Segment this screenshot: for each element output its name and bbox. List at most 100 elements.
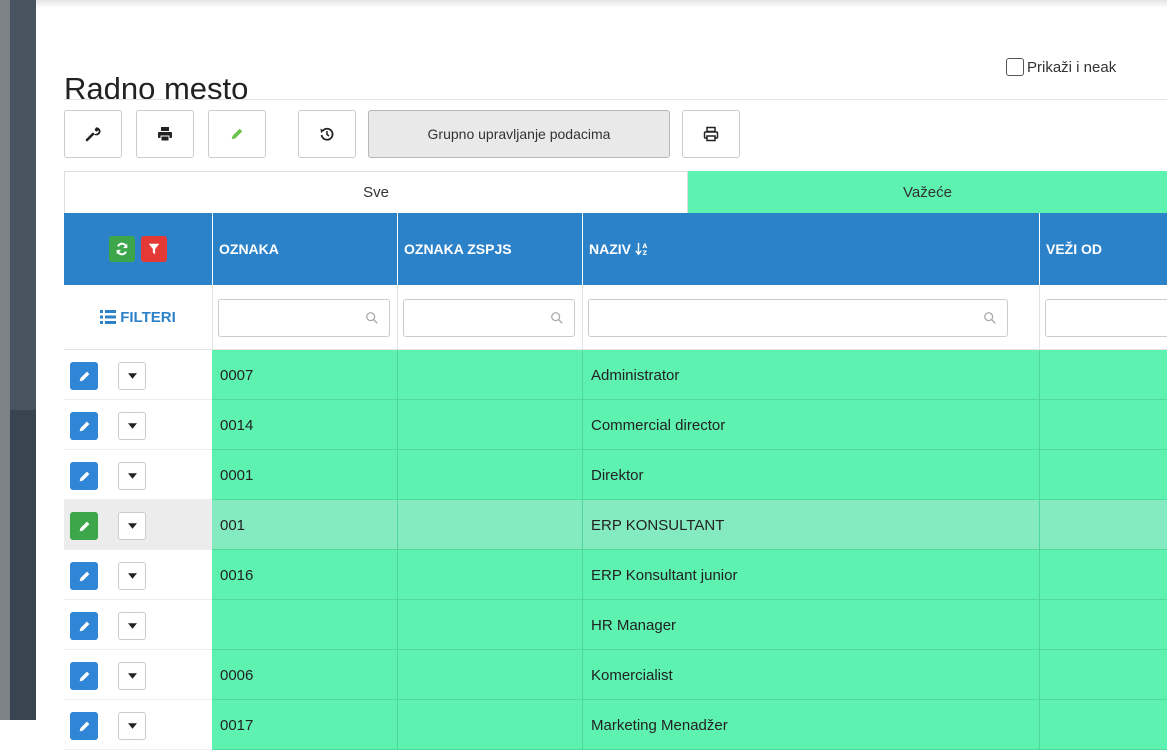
row-actions (64, 350, 212, 400)
cell-vazi-od (1039, 500, 1167, 550)
wrench-icon (85, 127, 101, 142)
row-data: 0001 Direktor (212, 450, 1167, 500)
column-header-naziv-label: NAZIV (589, 241, 631, 257)
cell-naziv: Komercialist (582, 650, 1039, 700)
table-row[interactable]: 0016 ERP Konsultant junior (64, 550, 1167, 600)
pencil-icon (79, 571, 89, 581)
row-edit-button[interactable] (70, 712, 98, 740)
pencil-icon (79, 421, 89, 431)
cell-oznaka-zspjs (397, 350, 582, 400)
column-header-vazi-od[interactable]: VEŽI OD (1039, 213, 1167, 285)
cell-oznaka: 001 (220, 516, 246, 534)
column-header-naziv[interactable]: NAZIV AZ (582, 213, 1039, 285)
filter-icon (148, 243, 160, 255)
row-edit-button[interactable] (70, 412, 98, 440)
group-manage-button[interactable]: Grupno upravljanje podacima (368, 110, 670, 158)
row-edit-button[interactable] (70, 562, 98, 590)
row-menu-button[interactable] (118, 512, 146, 540)
cell-naziv: HR Manager (582, 600, 1039, 650)
cell-vazi-od (1039, 400, 1167, 450)
table-row[interactable]: 0007 Administrator (64, 350, 1167, 400)
print-icon (703, 126, 719, 142)
cell-vazi-od (1039, 650, 1167, 700)
filters-toggle[interactable]: FILTERI (64, 285, 212, 349)
cell-naziv: ERP Konsultant junior (582, 550, 1039, 600)
sidebar-collapsed[interactable] (10, 0, 36, 720)
cell-oznaka (212, 600, 397, 650)
cell-oznaka-zspjs (397, 400, 582, 450)
row-edit-button[interactable] (70, 612, 98, 640)
sort-asc-icon: AZ (635, 242, 647, 256)
edit-button[interactable] (208, 110, 266, 158)
svg-text:Z: Z (642, 250, 647, 256)
row-actions (64, 500, 212, 550)
row-data: 0017 Marketing Menadžer (212, 700, 1167, 750)
cell-oznaka: 0014 (220, 416, 254, 434)
row-edit-button[interactable] (70, 512, 98, 540)
table-row[interactable]: 0014 Commercial director (64, 400, 1167, 450)
search-icon (366, 312, 378, 324)
row-menu-button[interactable] (118, 662, 146, 690)
cell-oznaka-zspjs (397, 600, 582, 650)
show-inactive-toggle[interactable]: Prikaži i neak (1006, 58, 1116, 76)
cell-naziv: Direktor (582, 450, 1039, 500)
row-actions (64, 550, 212, 600)
row-edit-button[interactable] (70, 462, 98, 490)
caret-down-icon (127, 473, 137, 479)
refresh-button[interactable] (109, 236, 135, 262)
table-row[interactable]: 0001 Direktor (64, 450, 1167, 500)
table-row[interactable]: 0017 Marketing Menadžer (64, 700, 1167, 750)
column-header-oznaka[interactable]: OZNAKA (212, 213, 397, 285)
caret-down-icon (127, 423, 137, 429)
history-button[interactable] (298, 110, 356, 158)
filter-oznaka-zspjs-input[interactable] (403, 299, 575, 337)
print-list-button[interactable] (136, 110, 194, 158)
row-data: 001 ERP KONSULTANT (212, 500, 1167, 550)
filter-naziv-input[interactable] (588, 299, 1008, 337)
cell-vazi-od (1039, 550, 1167, 600)
row-actions (64, 650, 212, 700)
status-tabs: Sve Važeće (64, 171, 1167, 213)
pencil-icon (79, 621, 89, 631)
row-menu-button[interactable] (118, 612, 146, 640)
row-menu-button[interactable] (118, 462, 146, 490)
cell-vazi-od (1039, 350, 1167, 400)
header-actions (64, 213, 212, 285)
pencil-icon (79, 671, 89, 681)
row-edit-button[interactable] (70, 662, 98, 690)
cell-oznaka: 0016 (220, 566, 254, 584)
clear-filter-button[interactable] (141, 236, 167, 262)
caret-down-icon (127, 573, 137, 579)
settings-button[interactable] (64, 110, 122, 158)
row-menu-button[interactable] (118, 362, 146, 390)
cell-oznaka-zspjs (397, 500, 582, 550)
cell-oznaka-zspjs (397, 650, 582, 700)
column-header-oznaka-zspjs[interactable]: OZNAKA ZSPJS (397, 213, 582, 285)
row-data: 0006 Komercialist (212, 650, 1167, 700)
table-row[interactable]: HR Manager (64, 600, 1167, 650)
tab-sve[interactable]: Sve (64, 171, 688, 213)
filter-oznaka-input[interactable] (218, 299, 390, 337)
refresh-icon (116, 242, 128, 256)
cell-vazi-od (1039, 450, 1167, 500)
print-icon (158, 127, 172, 142)
row-edit-button[interactable] (70, 362, 98, 390)
row-actions (64, 450, 212, 500)
cell-oznaka-zspjs (397, 450, 582, 500)
row-menu-button[interactable] (118, 712, 146, 740)
list-icon (100, 310, 117, 324)
tab-vazece[interactable]: Važeće (688, 171, 1167, 213)
filter-vazi-od-input[interactable] (1045, 299, 1167, 337)
cell-oznaka-zspjs (397, 550, 582, 600)
print-button[interactable] (682, 110, 740, 158)
table-row[interactable]: 001 ERP KONSULTANT (64, 500, 1167, 550)
pencil-icon (79, 721, 89, 731)
caret-down-icon (127, 673, 137, 679)
row-menu-button[interactable] (118, 412, 146, 440)
row-data: 0014 Commercial director (212, 400, 1167, 450)
search-icon (984, 312, 996, 324)
table-row[interactable]: 0006 Komercialist (64, 650, 1167, 700)
row-menu-button[interactable] (118, 562, 146, 590)
cell-oznaka: 0006 (220, 666, 254, 684)
show-inactive-checkbox[interactable] (1006, 58, 1024, 76)
